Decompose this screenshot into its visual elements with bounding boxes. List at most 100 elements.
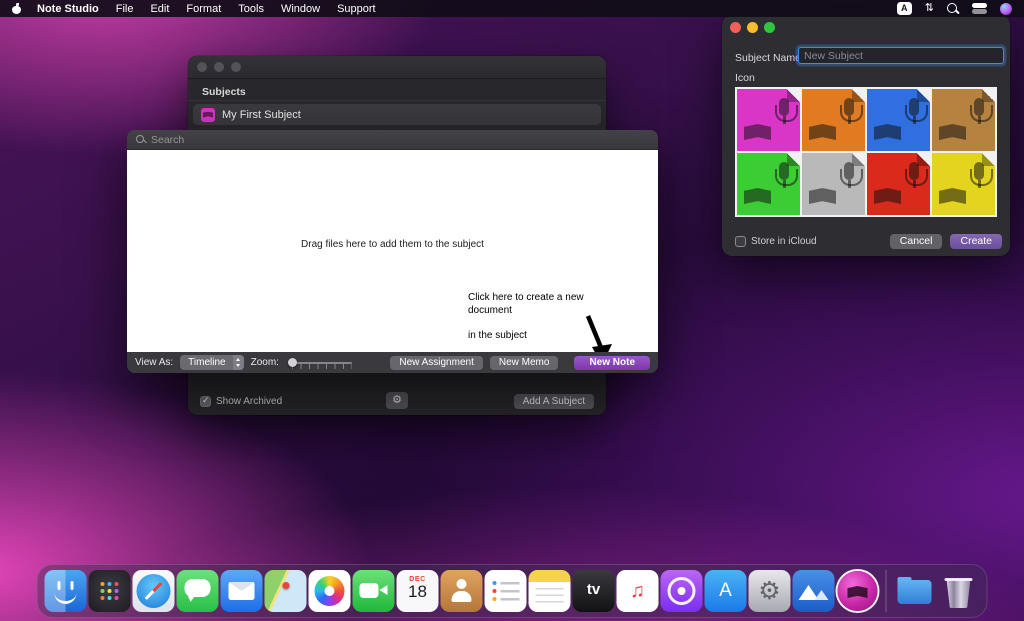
dock-downloads-icon[interactable]	[894, 570, 936, 612]
dock-appletv-icon[interactable]	[573, 570, 615, 612]
drop-hint-text: Drag files here to add them to the subje…	[127, 239, 658, 250]
folded-corner	[917, 89, 930, 102]
dock-contacts-icon[interactable]	[441, 570, 483, 612]
subject-icon-option-2[interactable]	[802, 89, 865, 151]
calendar-day-label: 18	[397, 583, 439, 601]
subject-icon-option-3[interactable]	[867, 89, 930, 151]
dock-messages-icon[interactable]	[177, 570, 219, 612]
subject-icon-option-8[interactable]	[932, 153, 995, 215]
view-as-value: Timeline	[188, 357, 225, 368]
book-icon	[874, 188, 901, 204]
subject-icon-option-7[interactable]	[867, 153, 930, 215]
dock-podcasts-icon[interactable]	[661, 570, 703, 612]
create-button[interactable]: Create	[950, 234, 1002, 249]
subject-doc-icon	[201, 108, 215, 122]
subject-icon-option-4[interactable]	[932, 89, 995, 151]
book-icon	[874, 124, 901, 140]
dock-facetime-icon[interactable]	[353, 570, 395, 612]
dock-safari-icon[interactable]	[133, 570, 175, 612]
folded-corner	[917, 153, 930, 166]
document-drop-area[interactable]: Drag files here to add them to the subje…	[127, 150, 658, 352]
dock-launchpad-icon[interactable]	[89, 570, 131, 612]
store-in-icloud-checkbox[interactable]	[735, 236, 746, 247]
zoom-button[interactable]	[764, 22, 775, 33]
book-icon	[809, 188, 836, 204]
spotlight-search-icon[interactable]	[947, 3, 959, 15]
app-menu-title[interactable]: Note Studio	[37, 3, 99, 15]
cancel-button[interactable]: Cancel	[890, 234, 943, 249]
folded-corner	[787, 153, 800, 166]
dock-appstore-icon[interactable]	[705, 570, 747, 612]
dock-notes-icon[interactable]	[529, 570, 571, 612]
subject-icon-grid	[735, 87, 997, 217]
dock-trash-icon[interactable]	[938, 570, 980, 612]
show-archived-checkbox[interactable]	[200, 396, 211, 407]
add-subject-button[interactable]: Add A Subject	[514, 394, 594, 409]
dock-maps-icon[interactable]	[265, 570, 307, 612]
dock-calendar-icon[interactable]: DEC18	[397, 570, 439, 612]
book-icon	[744, 124, 771, 140]
dock-finder-icon[interactable]	[45, 570, 87, 612]
dock: DEC18	[37, 564, 988, 618]
close-button[interactable]	[197, 62, 207, 72]
menu-bar: Note Studio File Edit Format Tools Window Sup…	[0, 0, 1024, 17]
subject-name-input[interactable]	[798, 47, 1004, 64]
subject-list-item[interactable]: My First Subject	[193, 104, 601, 125]
gear-icon[interactable]: ⚙	[386, 392, 408, 409]
menu-format[interactable]: Format	[186, 3, 221, 15]
siri-icon[interactable]	[1000, 3, 1012, 15]
document-window: Drag files here to add them to the subje…	[127, 130, 658, 373]
dock-mail-icon[interactable]	[221, 570, 263, 612]
show-archived-label: Show Archived	[216, 396, 282, 407]
dock-utility-icon[interactable]	[793, 570, 835, 612]
menu-window[interactable]: Window	[281, 3, 320, 15]
zoom-button[interactable]	[231, 62, 241, 72]
dock-music-icon[interactable]	[617, 570, 659, 612]
subjects-footer: Show Archived ⚙ Add A Subject	[188, 388, 606, 415]
input-source-indicator[interactable]: A	[897, 2, 912, 15]
slider-thumb[interactable]	[288, 358, 297, 367]
slider-ticks	[292, 364, 352, 369]
dock-reminders-icon[interactable]	[485, 570, 527, 612]
new-memo-button[interactable]: New Memo	[490, 356, 559, 370]
panel-titlebar-lights	[730, 22, 781, 33]
new-note-button[interactable]: New Note	[574, 356, 650, 370]
minimize-button[interactable]	[214, 62, 224, 72]
microphone-icon	[974, 162, 984, 180]
subject-icon-option-6[interactable]	[802, 153, 865, 215]
menu-tools[interactable]: Tools	[238, 3, 264, 15]
subject-icon-option-1[interactable]	[737, 89, 800, 151]
subjects-titlebar[interactable]	[188, 56, 606, 79]
folded-corner	[982, 89, 995, 102]
menu-items: File Edit Format Tools Window Support	[116, 3, 393, 15]
microphone-icon	[909, 98, 919, 116]
dock-photos-icon[interactable]	[309, 570, 351, 612]
zoom-slider[interactable]	[288, 356, 352, 369]
apple-menu-icon[interactable]	[12, 3, 22, 15]
desktop: Note Studio File Edit Format Tools Window Sup…	[0, 0, 1024, 621]
close-button[interactable]	[730, 22, 741, 33]
search-input[interactable]	[151, 134, 351, 146]
book-icon	[809, 124, 836, 140]
subject-name-label: Subject Name:	[735, 52, 804, 64]
control-center-icon[interactable]	[972, 3, 987, 14]
new-assignment-button[interactable]: New Assignment	[390, 356, 482, 370]
menu-file[interactable]: File	[116, 3, 134, 15]
zoom-label: Zoom:	[251, 357, 279, 368]
subject-icon-option-5[interactable]	[737, 153, 800, 215]
subject-name-label: My First Subject	[222, 109, 301, 121]
dock-notestudio-icon[interactable]	[837, 570, 879, 612]
updown-arrows-icon[interactable]: ⇅	[925, 2, 934, 15]
microphone-icon	[779, 98, 789, 116]
folded-corner	[982, 153, 995, 166]
minimize-button[interactable]	[747, 22, 758, 33]
menu-edit[interactable]: Edit	[150, 3, 169, 15]
subjects-section-header: Subjects	[188, 83, 606, 101]
menu-support[interactable]: Support	[337, 3, 376, 15]
book-icon	[939, 124, 966, 140]
dock-settings-icon[interactable]	[749, 570, 791, 612]
store-in-icloud-label: Store in iCloud	[751, 236, 817, 247]
subjects-header-label: Subjects	[202, 86, 246, 98]
view-as-dropdown[interactable]: Timeline	[180, 355, 243, 370]
folded-corner	[852, 89, 865, 102]
